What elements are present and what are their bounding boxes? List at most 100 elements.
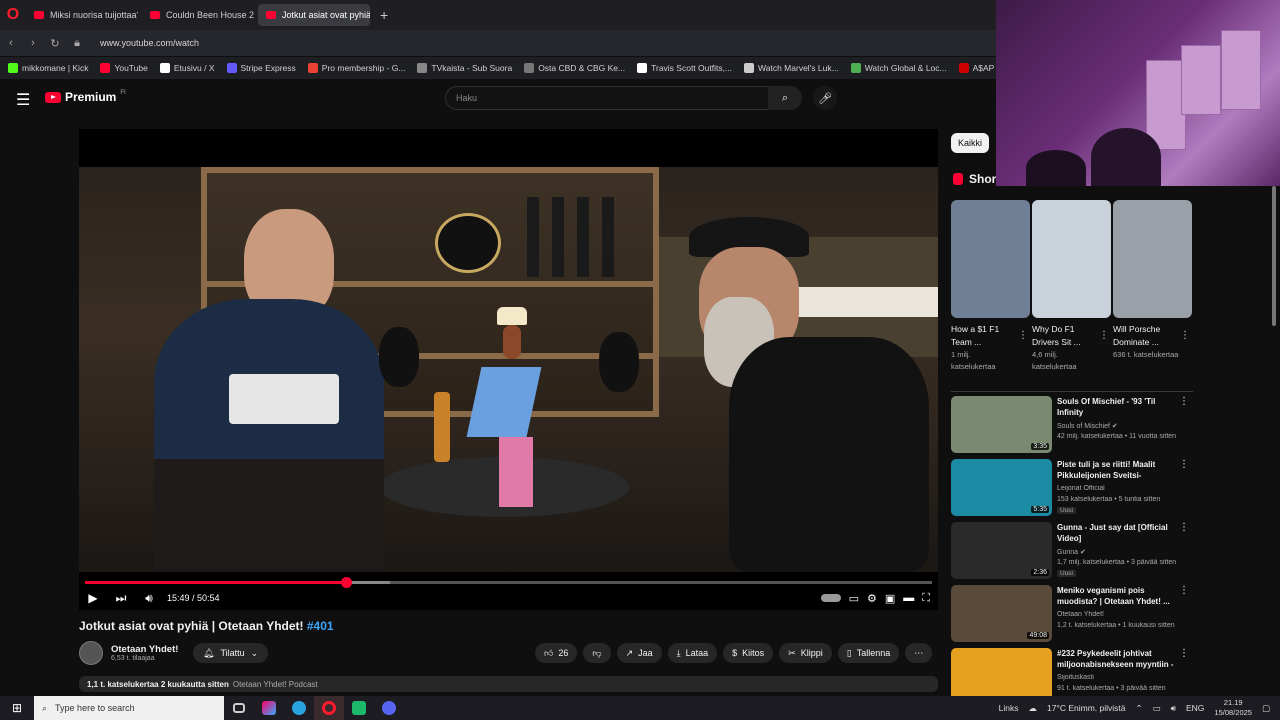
scrollbar[interactable] xyxy=(1272,186,1276,326)
clip-button[interactable]: ✂ Klippi xyxy=(779,643,832,663)
notifications-icon[interactable]: ▢ xyxy=(1262,703,1270,714)
tray-chevron-icon[interactable]: ⌃ xyxy=(1135,703,1142,714)
autoplay-toggle-icon[interactable] xyxy=(820,594,841,602)
download-button[interactable]: ⤓ Lataa xyxy=(667,643,718,663)
task-view-icon[interactable] xyxy=(224,696,254,720)
progress-bar[interactable] xyxy=(85,577,932,588)
more-vert-icon[interactable]: ⋮ xyxy=(1099,330,1109,341)
weather-text[interactable]: 17°C Enimm. pilvistä xyxy=(1047,703,1126,713)
search-button[interactable]: ⌕ xyxy=(768,86,802,110)
channel-name[interactable]: Gunna ✔ xyxy=(1057,548,1187,556)
chip-all[interactable]: Kaikki xyxy=(951,133,990,153)
more-vert-icon[interactable]: ⋮ xyxy=(1179,585,1189,596)
hamburger-menu-icon[interactable]: ☰ xyxy=(16,90,30,110)
more-actions-button[interactable]: ⋯ xyxy=(905,643,933,663)
recommended-item[interactable]: 3:35 Souls Of Mischief - '93 'Til Infinit… xyxy=(951,396,1191,454)
bookmark-item[interactable]: YouTube xyxy=(100,63,148,73)
next-icon[interactable]: ⏭︎ xyxy=(107,591,135,606)
bookmark-item[interactable]: Pro membership - G... xyxy=(307,63,405,73)
copilot-icon[interactable] xyxy=(254,696,284,720)
bookmark-item[interactable]: Travis Scott Outfits,... xyxy=(637,63,732,73)
video-thumbnail[interactable]: 2:36 xyxy=(951,522,1052,579)
more-vert-icon[interactable]: ⋮ xyxy=(1179,459,1189,470)
taskbar-search-input[interactable]: ⌕ Type here to search xyxy=(34,696,224,720)
new-tab-plus-icon[interactable]: + xyxy=(380,7,388,23)
language-indicator[interactable]: ENG xyxy=(1186,703,1204,713)
bookmark-item[interactable]: A$AP ROCKY x PU... xyxy=(958,63,996,73)
short-title[interactable]: How a $1 F1 Team ... xyxy=(951,323,1017,349)
tab-1[interactable]: Miksi nuorisa tuijottaa? | ... xyxy=(26,4,138,26)
short-card[interactable]: Why Do F1 Drivers Sit ... 4,6 milj. katse… xyxy=(1032,200,1111,373)
recommended-item[interactable]: 5:35 Piste tuli ja se riitti! Maalit Pikk… xyxy=(951,459,1191,517)
opera-icon[interactable] xyxy=(314,696,344,720)
bookmark-item[interactable]: mikkomane | Kick xyxy=(8,63,88,73)
more-vert-icon[interactable]: ⋮ xyxy=(1179,396,1189,407)
video-thumbnail[interactable]: 49:08 xyxy=(951,585,1052,642)
video-hashtag[interactable]: #401 xyxy=(307,619,334,633)
description-box[interactable]: 1,1 t. katselukertaa 2 kuukautta sitten … xyxy=(79,676,938,692)
bookmark-item[interactable]: Watch Global & Loc... xyxy=(850,63,947,73)
bookmark-item[interactable]: Stripe Express xyxy=(226,63,296,73)
subscribed-button[interactable]: 🔔︎ Tilattu ⌄ xyxy=(193,643,269,663)
short-card[interactable]: Will Porsche Dominate ... 636 t. katseluk… xyxy=(1113,200,1192,361)
more-vert-icon[interactable]: ⋮ xyxy=(1179,522,1189,533)
subtitles-icon[interactable]: ▭ xyxy=(849,592,859,605)
video-thumbnail[interactable]: 3:35 xyxy=(951,396,1052,453)
video-thumbnail[interactable]: 5:35 xyxy=(951,459,1052,516)
short-title[interactable]: Will Porsche Dominate ... xyxy=(1113,323,1179,349)
back-arrow-icon[interactable]: ‹ xyxy=(0,37,22,49)
recommended-item[interactable]: 49:08 Meniko veganismi pois muodista? | O… xyxy=(951,585,1191,643)
url-field[interactable]: www.youtube.com/watch xyxy=(100,38,199,48)
dislike-button[interactable]: 👎︎ xyxy=(583,643,611,663)
short-title[interactable]: Why Do F1 Drivers Sit ... xyxy=(1032,323,1098,349)
youtube-premium-logo[interactable]: Premium FI xyxy=(45,90,126,104)
network-icon[interactable]: ▭ xyxy=(1153,703,1161,714)
search-input[interactable]: Haku xyxy=(445,86,775,110)
volume-tray-icon[interactable]: 🔊︎ xyxy=(1171,703,1176,714)
short-thumbnail[interactable] xyxy=(1032,200,1111,318)
windows-start-icon[interactable]: ⊞ xyxy=(0,701,34,715)
video-title[interactable]: Gunna - Just say dat [Official Video] xyxy=(1057,522,1177,544)
links-toolbar[interactable]: Links xyxy=(999,703,1019,713)
channel-name[interactable]: Souls of Mischief ✔ xyxy=(1057,422,1187,430)
video-player[interactable]: ▶ ⏭︎ 🔊︎ 15:49 / 50:54 ▭ ⚙ ▣ ▬ ⛶ xyxy=(79,129,938,610)
opera-logo-icon[interactable]: O xyxy=(0,0,26,30)
clock[interactable]: 21.19 15/08/2025 xyxy=(1214,698,1252,718)
video-title[interactable]: Souls Of Mischief - '93 'Til Infinity xyxy=(1057,396,1177,418)
play-icon[interactable]: ▶ xyxy=(79,591,107,605)
channel-name[interactable]: Otetaan Yhdet! xyxy=(111,644,178,655)
more-vert-icon[interactable]: ⋮ xyxy=(1180,330,1190,341)
thanks-button[interactable]: $ Kiitos xyxy=(723,643,774,663)
app-green-icon[interactable] xyxy=(344,696,374,720)
short-thumbnail[interactable] xyxy=(951,200,1030,318)
video-title[interactable]: Piste tuli ja se riitti! Maalit Pikkulei… xyxy=(1057,459,1177,483)
theater-mode-icon[interactable]: ▬ xyxy=(903,592,914,604)
channel-name[interactable]: Leijonat Official xyxy=(1057,485,1187,492)
bookmark-item[interactable]: Watch Marvel's Luk... xyxy=(744,63,839,73)
reload-icon[interactable]: ↻ xyxy=(44,37,66,50)
bookmark-item[interactable]: Osta CBD & CBG Ke... xyxy=(524,63,625,73)
more-vert-icon[interactable]: ⋮ xyxy=(1018,330,1028,341)
channel-name[interactable]: Otetaan Yhdet! xyxy=(1057,611,1187,618)
like-button[interactable]: 👍︎ 26 xyxy=(535,643,578,663)
more-vert-icon[interactable]: ⋮ xyxy=(1179,648,1189,659)
video-title[interactable]: #232 Psykedeelit johtivat miljoonabisnek… xyxy=(1057,648,1177,672)
settings-gear-icon[interactable]: ⚙ xyxy=(867,592,877,605)
video-title[interactable]: Meniko veganismi pois muodista? | Otetaa… xyxy=(1057,585,1177,607)
discord-icon[interactable] xyxy=(374,696,404,720)
short-card[interactable]: How a $1 F1 Team ... 1 milj. katselukerta… xyxy=(951,200,1030,373)
voice-search-mic-icon[interactable]: 🎤︎ xyxy=(813,86,837,110)
fullscreen-icon[interactable]: ⛶ xyxy=(922,592,930,605)
share-button[interactable]: ↗ Jaa xyxy=(616,643,662,663)
edge-icon[interactable] xyxy=(284,696,314,720)
recommended-item[interactable]: 2:36 Gunna - Just say dat [Official Video… xyxy=(951,522,1191,580)
bookmark-item[interactable]: TVkaista - Sub Suora xyxy=(417,63,512,73)
tab-3-active[interactable]: Jotkut asiat ovat pyhiä | O... xyxy=(258,4,370,26)
volume-icon[interactable]: 🔊︎ xyxy=(135,591,163,606)
channel-avatar[interactable] xyxy=(79,641,103,665)
channel-name[interactable]: Sijoituskasti xyxy=(1057,674,1187,681)
bookmark-item[interactable]: Etusivu / X xyxy=(159,63,215,73)
miniplayer-icon[interactable]: ▣ xyxy=(885,592,895,605)
tab-2[interactable]: Couldn Been House 2, Ep... xyxy=(142,4,254,26)
save-button[interactable]: ▯ Tallenna xyxy=(837,643,900,663)
